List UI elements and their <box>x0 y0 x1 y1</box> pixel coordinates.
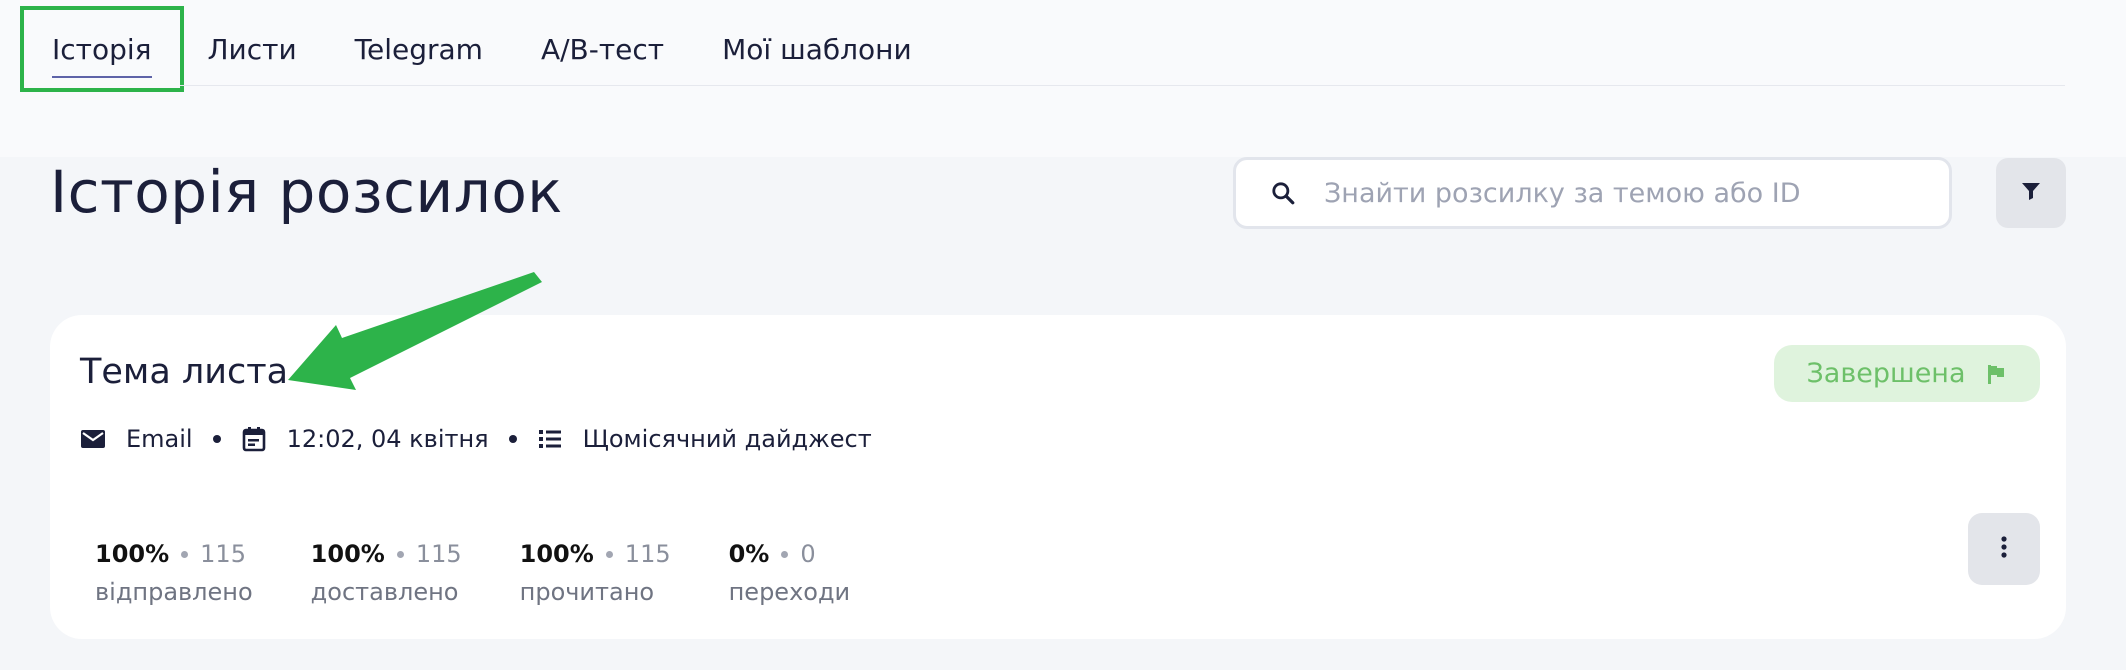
search-box[interactable] <box>1233 157 1952 229</box>
stat-label: прочитано <box>519 578 655 606</box>
stat-delivered: 100% 115 доставлено <box>311 540 462 606</box>
filter-icon <box>2019 179 2043 207</box>
stat-label: переходи <box>728 578 851 606</box>
stat-sent: 100% 115 відправлено <box>95 540 253 606</box>
tab-bar: Історія Листи Telegram A/B-тест Мої шабл… <box>20 6 970 92</box>
stat-percent: 0% <box>728 540 770 568</box>
tab-label: A/B-тест <box>540 32 665 66</box>
mailing-meta: Email 12:02, 04 квітня Щомісячний дайдже… <box>80 425 872 453</box>
list-icon <box>537 426 563 452</box>
separator-dot <box>396 550 404 558</box>
separator-dot <box>508 435 517 443</box>
stat-percent: 100% <box>95 540 170 568</box>
tabs-divider <box>180 85 2065 86</box>
datetime-label: 12:02, 04 квітня <box>286 425 489 453</box>
tab-my-templates[interactable]: Мої шаблони <box>722 12 912 86</box>
channel-label: Email <box>126 425 193 453</box>
separator-dot <box>181 550 189 558</box>
meta-list: Щомісячний дайджест <box>537 425 872 453</box>
stat-count: 115 <box>624 540 671 568</box>
meta-datetime: 12:02, 04 квітня <box>241 425 489 453</box>
stat-clicks: 0% 0 переходи <box>729 540 851 606</box>
tab-label: Листи <box>207 32 297 66</box>
mailing-stats: 100% 115 відправлено 100% 115 доставлено 1… <box>95 540 908 606</box>
search-icon <box>1268 178 1298 208</box>
status-label: Завершена <box>1806 358 1966 389</box>
filter-button[interactable] <box>1996 158 2066 228</box>
separator-dot <box>212 435 221 443</box>
more-actions-button[interactable] <box>1968 513 2040 585</box>
list-label: Щомісячний дайджест <box>582 425 872 453</box>
tab-label: Мої шаблони <box>722 32 912 66</box>
separator-dot <box>605 550 613 558</box>
tab-label: Історія <box>52 32 152 66</box>
stat-percent: 100% <box>519 540 594 568</box>
search-input[interactable] <box>1324 177 1924 209</box>
tab-letters[interactable]: Листи <box>208 12 297 86</box>
stat-label: доставлено <box>310 578 459 606</box>
envelope-icon <box>80 426 106 452</box>
tab-label: Telegram <box>354 32 483 66</box>
stat-count: 115 <box>200 540 246 568</box>
page-title: Історія розсилок <box>50 158 563 226</box>
tab-ab-test[interactable]: A/B-тест <box>541 12 664 86</box>
flag-icon <box>1984 362 2008 386</box>
calendar-icon <box>241 426 267 452</box>
more-vertical-icon <box>2000 535 2008 563</box>
stat-label: відправлено <box>95 578 253 606</box>
tab-telegram[interactable]: Telegram <box>355 12 483 86</box>
top-navigation: Історія Листи Telegram A/B-тест Мої шабл… <box>0 0 2126 157</box>
tab-history[interactable]: Історія <box>20 6 184 92</box>
stat-count: 115 <box>415 540 462 568</box>
stat-read: 100% 115 прочитано <box>520 540 671 606</box>
stat-percent: 100% <box>310 540 385 568</box>
status-badge: Завершена <box>1774 345 2040 402</box>
mailing-subject[interactable]: Тема листа <box>80 352 288 392</box>
separator-dot <box>781 550 789 558</box>
stat-count: 0 <box>800 540 816 568</box>
meta-channel: Email <box>80 425 193 453</box>
mailing-card[interactable]: Тема листа Завершена Email 12:02, 04 кві… <box>50 315 2066 639</box>
